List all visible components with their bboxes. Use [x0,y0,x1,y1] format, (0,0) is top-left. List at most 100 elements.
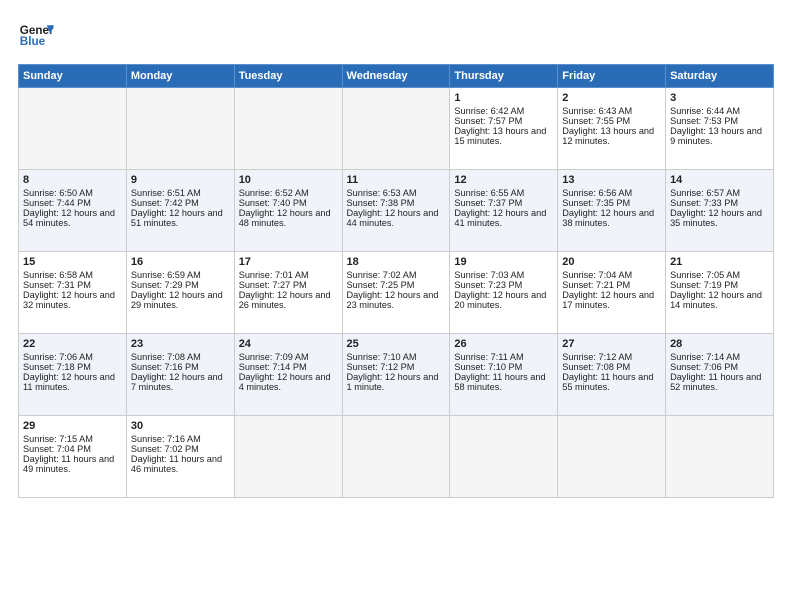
sunrise-label: Sunrise: 7:02 AM [347,270,417,280]
sunrise-label: Sunrise: 7:11 AM [454,352,523,362]
calendar-cell [342,416,450,498]
daylight-label: Daylight: 13 hours and 15 minutes. [454,126,546,146]
day-number: 9 [131,174,230,186]
calendar-week-row: 22Sunrise: 7:06 AMSunset: 7:18 PMDayligh… [19,334,774,416]
calendar-week-row: 1Sunrise: 6:42 AMSunset: 7:57 PMDaylight… [19,88,774,170]
calendar-cell: 10Sunrise: 6:52 AMSunset: 7:40 PMDayligh… [234,170,342,252]
sunset-label: Sunset: 7:08 PM [562,362,630,372]
calendar-cell: 30Sunrise: 7:16 AMSunset: 7:02 PMDayligh… [126,416,234,498]
sunset-label: Sunset: 7:02 PM [131,444,199,454]
sunrise-label: Sunrise: 6:59 AM [131,270,201,280]
sunrise-label: Sunrise: 6:42 AM [454,106,524,116]
day-number: 18 [347,256,446,268]
sunset-label: Sunset: 7:38 PM [347,198,415,208]
sunset-label: Sunset: 7:23 PM [454,280,522,290]
calendar-cell: 8Sunrise: 6:50 AMSunset: 7:44 PMDaylight… [19,170,127,252]
day-number: 17 [239,256,338,268]
sunset-label: Sunset: 7:55 PM [562,116,630,126]
calendar-cell: 15Sunrise: 6:58 AMSunset: 7:31 PMDayligh… [19,252,127,334]
sunset-label: Sunset: 7:42 PM [131,198,199,208]
day-number: 8 [23,174,122,186]
calendar-cell: 2Sunrise: 6:43 AMSunset: 7:55 PMDaylight… [558,88,666,170]
daylight-label: Daylight: 12 hours and 54 minutes. [23,208,115,228]
day-number: 28 [670,338,769,350]
daylight-label: Daylight: 11 hours and 52 minutes. [670,372,761,392]
daylight-label: Daylight: 12 hours and 4 minutes. [239,372,331,392]
day-number: 20 [562,256,661,268]
calendar-cell [234,88,342,170]
daylight-label: Daylight: 11 hours and 49 minutes. [23,454,114,474]
sunrise-label: Sunrise: 6:44 AM [670,106,740,116]
sunset-label: Sunset: 7:10 PM [454,362,522,372]
calendar-cell: 11 Sunrise: 6:53 AMSunset: 7:38 PMDayligh… [342,170,450,252]
daylight-label: Daylight: 12 hours and 38 minutes. [562,208,654,228]
daylight-label: Daylight: 12 hours and 32 minutes. [23,290,115,310]
daylight-label: Daylight: 12 hours and 20 minutes. [454,290,546,310]
calendar-week-row: 15Sunrise: 6:58 AMSunset: 7:31 PMDayligh… [19,252,774,334]
calendar-cell: 27Sunrise: 7:12 AMSunset: 7:08 PMDayligh… [558,334,666,416]
day-number: 16 [131,256,230,268]
sunset-label: Sunset: 7:37 PM [454,198,522,208]
calendar-cell [126,88,234,170]
daylight-label: Daylight: 12 hours and 11 minutes. [23,372,115,392]
day-number: 1 [454,92,553,104]
sunrise-label: Sunrise: 6:51 AM [131,188,201,198]
sunrise-label: Sunrise: 6:53 AM [347,188,417,198]
sunrise-label: Sunrise: 7:12 AM [562,352,632,362]
col-header-tuesday: Tuesday [234,65,342,88]
day-number: 19 [454,256,553,268]
daylight-label: Daylight: 12 hours and 29 minutes. [131,290,223,310]
sunrise-label: Sunrise: 7:10 AM [347,352,417,362]
sunset-label: Sunset: 7:35 PM [562,198,630,208]
calendar-cell [234,416,342,498]
daylight-label: Daylight: 12 hours and 51 minutes. [131,208,223,228]
sunrise-label: Sunrise: 6:50 AM [23,188,93,198]
col-header-wednesday: Wednesday [342,65,450,88]
daylight-label: Daylight: 12 hours and 44 minutes. [347,208,439,228]
calendar-cell [19,88,127,170]
sunrise-label: Sunrise: 6:57 AM [670,188,740,198]
sunset-label: Sunset: 7:04 PM [23,444,91,454]
sunrise-label: Sunrise: 6:56 AM [562,188,632,198]
sunset-label: Sunset: 7:06 PM [670,362,738,372]
calendar-cell: 13 Sunrise: 6:56 AMSunset: 7:35 PMDayligh… [558,170,666,252]
day-number: 26 [454,338,553,350]
daylight-label: Daylight: 13 hours and 12 minutes. [562,126,654,146]
logo-icon: General Blue [18,18,54,54]
day-number: 3 [670,92,769,104]
calendar-cell [450,416,558,498]
calendar-cell [666,416,774,498]
col-header-monday: Monday [126,65,234,88]
sunrise-label: Sunrise: 7:16 AM [131,434,201,444]
calendar-cell: 18Sunrise: 7:02 AMSunset: 7:25 PMDayligh… [342,252,450,334]
daylight-label: Daylight: 13 hours and 9 minutes. [670,126,762,146]
day-number: 21 [670,256,769,268]
sunset-label: Sunset: 7:21 PM [562,280,630,290]
day-number: 13 [562,174,661,186]
daylight-label: Daylight: 12 hours and 41 minutes. [454,208,546,228]
col-header-thursday: Thursday [450,65,558,88]
sunset-label: Sunset: 7:31 PM [23,280,91,290]
day-number: 11 [347,174,446,186]
calendar-cell [342,88,450,170]
day-number: 2 [562,92,661,104]
day-number: 25 [347,338,446,350]
sunrise-label: Sunrise: 7:05 AM [670,270,740,280]
sunset-label: Sunset: 7:40 PM [239,198,307,208]
sunrise-label: Sunrise: 7:06 AM [23,352,93,362]
daylight-label: Daylight: 11 hours and 58 minutes. [454,372,545,392]
page-header: General Blue [18,18,774,54]
calendar-cell: 12Sunrise: 6:55 AMSunset: 7:37 PMDayligh… [450,170,558,252]
day-number: 12 [454,174,553,186]
calendar-cell: 9 Sunrise: 6:51 AMSunset: 7:42 PMDaylight… [126,170,234,252]
daylight-label: Daylight: 12 hours and 23 minutes. [347,290,439,310]
calendar-cell: 21Sunrise: 7:05 AMSunset: 7:19 PMDayligh… [666,252,774,334]
daylight-label: Daylight: 12 hours and 7 minutes. [131,372,223,392]
day-number: 23 [131,338,230,350]
day-number: 30 [131,420,230,432]
sunset-label: Sunset: 7:33 PM [670,198,738,208]
daylight-label: Daylight: 12 hours and 1 minute. [347,372,439,392]
calendar-cell: 26 Sunrise: 7:11 AMSunset: 7:10 PMDayligh… [450,334,558,416]
day-number: 29 [23,420,122,432]
day-number: 24 [239,338,338,350]
